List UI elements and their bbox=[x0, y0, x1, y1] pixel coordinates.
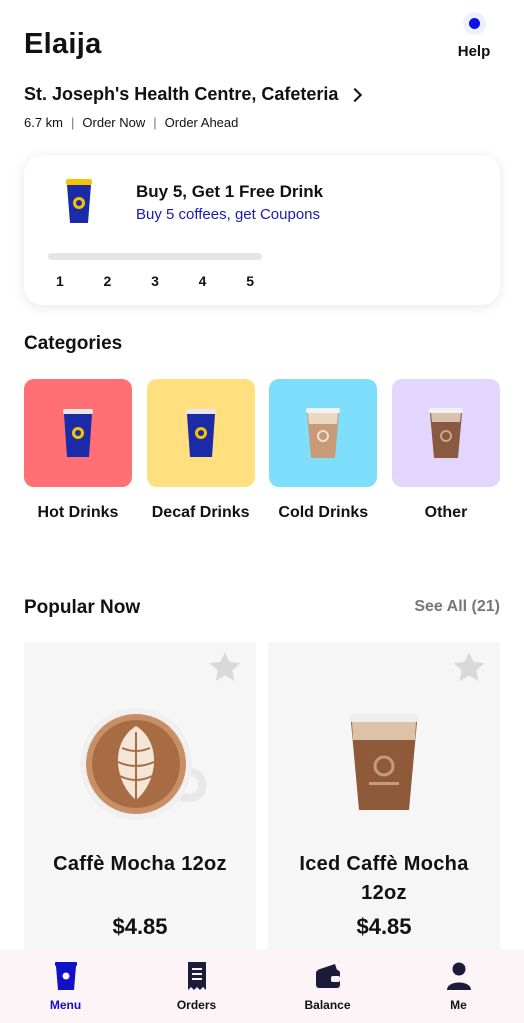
store-location[interactable]: St. Joseph's Health Centre, Cafeteria bbox=[24, 84, 363, 105]
coffee-cup-icon bbox=[66, 179, 92, 223]
divider: | bbox=[71, 115, 75, 130]
hot-cup-icon bbox=[63, 409, 93, 457]
category-other[interactable]: Other bbox=[391, 379, 500, 522]
store-meta: 6.7 km | Order Now | Order Ahead bbox=[24, 115, 238, 130]
help-indicator-icon bbox=[468, 18, 480, 29]
other-cup-icon bbox=[428, 408, 463, 458]
nav-me[interactable]: Me bbox=[414, 962, 504, 1023]
category-tile bbox=[146, 379, 255, 487]
category-cold-drinks[interactable]: Cold Drinks bbox=[269, 379, 378, 522]
person-icon bbox=[446, 962, 471, 990]
product-card[interactable]: Iced Caffè Mocha 12oz $4.85 bbox=[268, 642, 500, 962]
category-list: Hot Drinks Decaf Drinks Cold Drinks Othe… bbox=[24, 379, 500, 522]
nav-label: Balance bbox=[304, 998, 351, 1012]
category-label: Hot Drinks bbox=[37, 504, 119, 521]
category-decaf-drinks[interactable]: Decaf Drinks bbox=[146, 379, 255, 522]
nav-label: Orders bbox=[176, 998, 217, 1012]
iced-cup-icon bbox=[306, 408, 341, 458]
cup-icon bbox=[54, 962, 77, 990]
category-label: Cold Drinks bbox=[278, 504, 369, 521]
categories-title: Categories bbox=[24, 333, 123, 354]
reward-title: Buy 5, Get 1 Free Drink bbox=[136, 182, 324, 201]
order-ahead-link[interactable]: Order Ahead bbox=[165, 115, 239, 130]
see-all-link[interactable]: See All (21) bbox=[414, 598, 500, 616]
help-button[interactable]: Help bbox=[454, 18, 494, 60]
decaf-cup-icon bbox=[185, 409, 216, 457]
reward-progress-bar bbox=[48, 253, 262, 260]
category-label: Decaf Drinks bbox=[151, 504, 250, 521]
reward-step: 3 bbox=[151, 273, 159, 289]
nav-balance[interactable]: Balance bbox=[283, 962, 373, 1023]
header: Elaija Help bbox=[24, 18, 500, 76]
product-image bbox=[24, 702, 256, 822]
category-tile bbox=[269, 379, 378, 487]
reward-steps: 1 2 3 4 5 bbox=[48, 273, 262, 289]
user-name: Elaija bbox=[24, 28, 102, 60]
divider: | bbox=[153, 115, 157, 130]
product-card[interactable]: Caffè Mocha 12oz $4.85 bbox=[24, 642, 256, 962]
bottom-nav: Menu Orders Balance Me bbox=[0, 950, 524, 1023]
product-image bbox=[268, 702, 500, 822]
store-distance: 6.7 km bbox=[24, 115, 64, 130]
product-name: Caffè Mocha 12oz bbox=[53, 853, 227, 875]
latte-cup-icon bbox=[80, 708, 207, 820]
product-name: Iced Caffè Mocha 12oz bbox=[299, 853, 469, 904]
nav-menu[interactable]: Menu bbox=[21, 962, 111, 1023]
store-name: St. Joseph's Health Centre, Cafeteria bbox=[24, 84, 339, 104]
order-now-link[interactable]: Order Now bbox=[82, 115, 145, 130]
category-hot-drinks[interactable]: Hot Drinks bbox=[24, 379, 132, 522]
reward-step: 4 bbox=[198, 273, 207, 289]
category-tile bbox=[391, 379, 500, 487]
nav-label: Menu bbox=[49, 998, 82, 1012]
product-price: $4.85 bbox=[356, 914, 412, 939]
popular-title: Popular Now bbox=[24, 597, 141, 618]
star-icon[interactable] bbox=[452, 650, 486, 684]
chevron-right-icon bbox=[348, 87, 363, 102]
reward-step: 1 bbox=[56, 273, 64, 289]
product-price: $4.85 bbox=[112, 914, 168, 939]
wallet-icon bbox=[315, 964, 340, 988]
receipt-icon bbox=[187, 962, 206, 990]
reward-step: 5 bbox=[246, 273, 254, 289]
reward-step: 2 bbox=[103, 273, 112, 289]
nav-orders[interactable]: Orders bbox=[152, 962, 242, 1023]
category-tile bbox=[24, 379, 132, 487]
reward-card[interactable]: Buy 5, Get 1 Free Drink Buy 5 coffees, g… bbox=[24, 155, 500, 305]
reward-subtitle: Buy 5 coffees, get Coupons bbox=[136, 206, 321, 223]
nav-label: Me bbox=[450, 998, 467, 1012]
star-icon[interactable] bbox=[208, 650, 242, 684]
iced-mocha-cup-icon bbox=[349, 714, 419, 810]
category-label: Other bbox=[424, 504, 468, 521]
help-label: Help bbox=[457, 43, 491, 60]
product-list: Caffè Mocha 12oz $4.85 Iced Caffè Mocha … bbox=[24, 642, 500, 962]
